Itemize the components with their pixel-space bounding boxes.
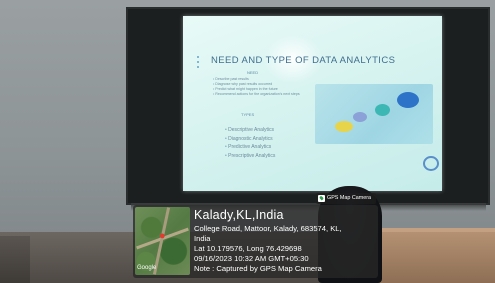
map-provider-label: Google bbox=[137, 265, 157, 271]
location-title: Kalady,KL,India bbox=[194, 208, 284, 222]
desk bbox=[376, 232, 495, 283]
chair bbox=[0, 236, 30, 283]
gps-pin-icon bbox=[318, 195, 325, 202]
diagnostic-bubble bbox=[353, 112, 367, 122]
predictive-bubble bbox=[375, 104, 390, 116]
types-item: Diagnostic Analytics bbox=[225, 135, 275, 144]
prescriptive-bubble bbox=[397, 92, 419, 108]
slide-decoration-dots bbox=[197, 56, 200, 72]
types-item: Prescriptive Analytics bbox=[225, 152, 275, 161]
descriptive-bubble bbox=[335, 121, 353, 132]
address-line-2: India bbox=[194, 234, 211, 243]
coordinates: Lat 10.179576, Long 76.429698 bbox=[194, 244, 302, 253]
analytics-graphic-panel bbox=[315, 84, 433, 144]
types-item: Predictive Analytics bbox=[225, 143, 275, 152]
types-list: Descriptive Analytics Diagnostic Analyti… bbox=[225, 126, 275, 160]
capture-note: Note : Captured by GPS Map Camera bbox=[194, 264, 322, 273]
slide-nav-ring bbox=[423, 156, 439, 171]
types-heading: TYPES bbox=[241, 112, 255, 117]
map-thumbnail: ● Google bbox=[135, 207, 190, 275]
types-item: Descriptive Analytics bbox=[225, 126, 275, 135]
gps-camera-stamp-label: GPS Map Camera bbox=[327, 195, 372, 201]
need-heading: NEED bbox=[247, 70, 259, 75]
datetime: 09/16/2023 10:32 AM GMT+05:30 bbox=[194, 254, 309, 263]
map-pin-icon: ● bbox=[159, 230, 166, 242]
need-list: Describe past results Diagnose why past … bbox=[213, 77, 299, 97]
address-line-1: College Road, Mattoor, Kalady, 683574, K… bbox=[194, 224, 342, 233]
slide-title: NEED AND TYPE OF DATA ANALYTICS bbox=[211, 55, 396, 66]
need-item: Recommend actions for the organization's… bbox=[213, 92, 299, 97]
